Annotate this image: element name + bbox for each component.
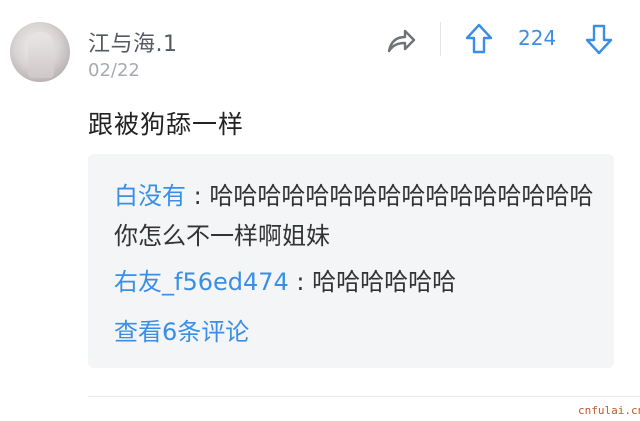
reply-username[interactable]: 白没有 (114, 182, 186, 210)
upvote-button[interactable] (464, 22, 494, 56)
arrow-up-icon (465, 23, 493, 54)
bottom-divider (88, 396, 640, 397)
share-button[interactable] (383, 24, 417, 58)
share-arrow-icon (387, 29, 416, 53)
view-more-replies-link[interactable]: 查看6条评论 (114, 312, 249, 347)
avatar-figure (28, 32, 54, 78)
comment-username[interactable]: 江与海.1 (88, 26, 178, 58)
reply-separator: : (288, 268, 313, 296)
comment-date: 02/22 (88, 60, 140, 81)
vote-divider (440, 22, 441, 56)
comment-card: 江与海.1 02/22 224 跟被狗舔一样 白没有 : 哈哈哈哈哈哈哈哈哈哈哈… (0, 0, 640, 421)
vote-count: 224 (518, 26, 557, 50)
reply-box: 白没有 : 哈哈哈哈哈哈哈哈哈哈哈哈哈哈哈哈你怎么不一样啊姐妹 右友_f56ed… (88, 154, 614, 368)
reply-separator: : (186, 182, 210, 210)
watermark: cnfulai.cn (578, 404, 640, 417)
reply-username[interactable]: 右友_f56ed474 (114, 268, 289, 296)
reply-item: 白没有 : 哈哈哈哈哈哈哈哈哈哈哈哈哈哈哈哈你怎么不一样啊姐妹 (114, 176, 594, 256)
avatar[interactable] (10, 22, 70, 82)
downvote-button[interactable] (584, 22, 614, 56)
reply-item: 右友_f56ed474 : 哈哈哈哈哈哈 (114, 262, 594, 302)
comment-text: 跟被狗舔一样 (88, 110, 245, 139)
arrow-down-icon (585, 24, 613, 55)
reply-text: 哈哈哈哈哈哈 (312, 268, 457, 296)
